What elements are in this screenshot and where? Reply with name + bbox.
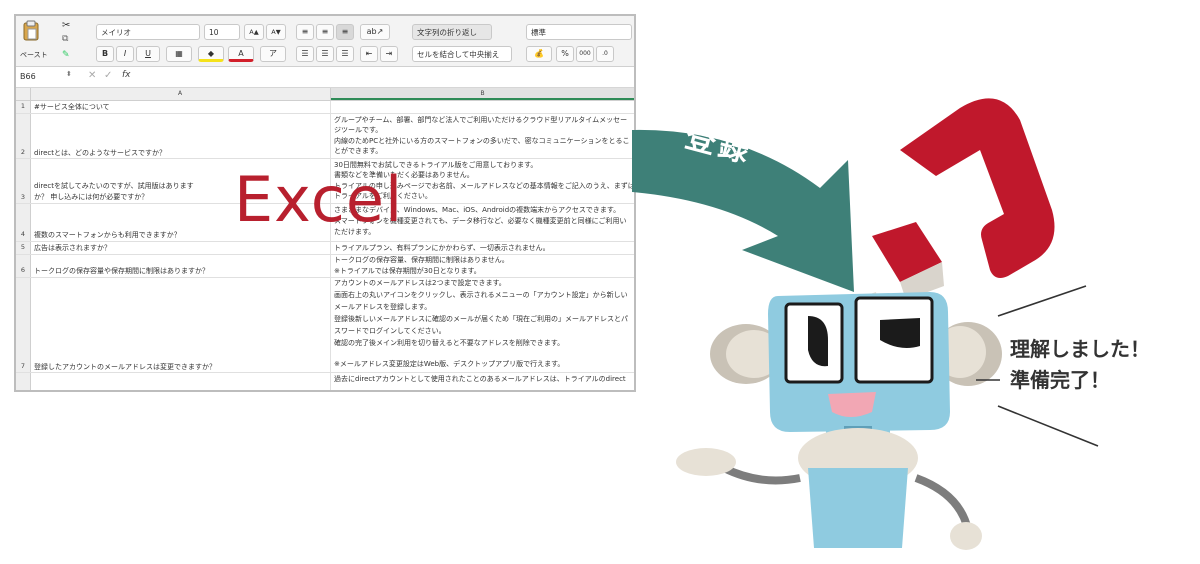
speech-line-1: 理解しました！ [1010,337,1150,361]
illustration [632,98,1099,550]
speech-line-2: 準備完了！ [1010,368,1110,392]
robot-icon [676,292,1002,550]
phone-icon [872,98,1055,300]
excel-label: Excel [234,163,404,236]
speech-text: 理解しました！ 準備完了！ [1010,334,1150,396]
